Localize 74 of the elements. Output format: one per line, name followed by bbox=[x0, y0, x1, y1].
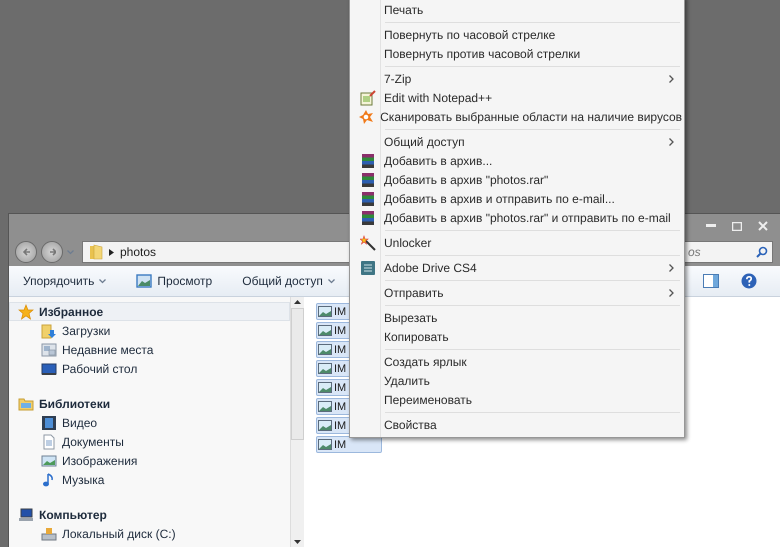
recent-places-icon bbox=[41, 342, 57, 358]
nav-item[interactable]: Библиотеки bbox=[9, 394, 290, 413]
arrow-right-icon bbox=[48, 247, 56, 257]
search-field[interactable]: os bbox=[683, 241, 773, 263]
nav-item[interactable]: Загрузки bbox=[9, 321, 290, 340]
scrollbar-thumb[interactable] bbox=[291, 308, 304, 440]
menu-item[interactable]: Edit with Notepad++ bbox=[352, 88, 682, 107]
menu-item[interactable]: Unlocker bbox=[352, 233, 682, 252]
menu-item[interactable]: Копировать bbox=[352, 327, 682, 346]
menu-item[interactable]: Повернуть по часовой стрелке bbox=[352, 25, 682, 44]
menu-item[interactable]: Добавить в архив... bbox=[352, 151, 682, 170]
film-icon bbox=[41, 414, 57, 430]
picture-icon bbox=[136, 274, 152, 288]
toolbar-button[interactable]: Просмотр bbox=[134, 272, 214, 290]
star-icon bbox=[18, 304, 34, 320]
menu-item[interactable]: Удалить bbox=[352, 371, 682, 390]
menu-item[interactable]: Повернуть против часовой стрелки bbox=[352, 44, 682, 63]
scroll-down-icon[interactable] bbox=[294, 540, 301, 544]
menu-item[interactable]: Добавить в архив и отправить по e-mail... bbox=[352, 189, 682, 208]
menu-item[interactable]: Переименовать bbox=[352, 390, 682, 409]
menu-item[interactable]: 7-Zip bbox=[352, 69, 682, 88]
menu-item[interactable]: Свойства bbox=[352, 415, 682, 434]
notepad-icon bbox=[360, 90, 376, 106]
nav-item[interactable]: Рабочий стол bbox=[9, 359, 290, 378]
menu-item[interactable]: Adobe Drive CS4 bbox=[352, 258, 682, 277]
menu-item[interactable]: Отправить bbox=[352, 283, 682, 302]
nav-item[interactable]: Изображения bbox=[9, 451, 290, 470]
maximize-icon[interactable] bbox=[732, 222, 742, 230]
nav-item[interactable]: Компьютер bbox=[9, 505, 290, 524]
menu-item[interactable]: Печать bbox=[352, 0, 682, 19]
nav-item[interactable]: Избранное bbox=[9, 302, 290, 321]
minimize-icon[interactable] bbox=[706, 224, 716, 228]
drive-icon bbox=[360, 260, 376, 276]
archive-books-icon bbox=[360, 190, 376, 206]
scrollbar[interactable] bbox=[290, 297, 304, 547]
nav-item[interactable]: Недавние места bbox=[9, 340, 290, 359]
search-icon bbox=[756, 246, 768, 258]
image-file-icon bbox=[318, 439, 332, 450]
nav-item[interactable]: Музыка bbox=[9, 470, 290, 489]
picture-icon bbox=[41, 452, 57, 468]
folder-download-icon bbox=[41, 322, 57, 338]
monitor-icon bbox=[41, 360, 57, 376]
file-item[interactable]: IM bbox=[316, 436, 382, 453]
arrow-left-icon bbox=[22, 247, 30, 257]
folder-icon bbox=[89, 244, 103, 260]
back-button[interactable] bbox=[15, 241, 37, 263]
library-folder-icon bbox=[18, 396, 34, 412]
archive-books-icon bbox=[360, 172, 376, 188]
preview-pane-icon[interactable] bbox=[703, 274, 719, 288]
toolbar-button[interactable]: Упорядочить bbox=[21, 272, 108, 290]
menu-item[interactable]: Вырезать bbox=[352, 308, 682, 327]
breadcrumb-item[interactable]: photos bbox=[120, 245, 156, 259]
archive-books-icon bbox=[360, 210, 376, 226]
nav-item[interactable]: Документы bbox=[9, 432, 290, 451]
magic-wand-icon bbox=[360, 234, 376, 250]
disk-drive-icon bbox=[41, 526, 57, 542]
help-icon[interactable] bbox=[741, 273, 757, 289]
archive-books-icon bbox=[360, 152, 376, 168]
close-icon[interactable] bbox=[758, 221, 768, 231]
menu-item[interactable]: Создать ярлык bbox=[352, 352, 682, 371]
history-caret-icon bbox=[67, 250, 74, 254]
nav-item[interactable]: Локальный диск (C:) bbox=[9, 524, 290, 543]
menu-item[interactable]: Добавить в архив "photos.rar" bbox=[352, 170, 682, 189]
breadcrumb-arrow-icon bbox=[109, 248, 114, 256]
forward-button[interactable] bbox=[41, 241, 63, 263]
nav-item[interactable]: Видео bbox=[9, 413, 290, 432]
menu-item[interactable]: Сканировать выбранные области на наличие вирусов bbox=[352, 107, 682, 126]
menu-item[interactable]: Общий доступ bbox=[352, 132, 682, 151]
antivirus-icon bbox=[358, 108, 374, 124]
computer-icon bbox=[18, 506, 34, 522]
scroll-up-icon[interactable] bbox=[294, 300, 301, 304]
toolbar-button[interactable]: Общий доступ bbox=[240, 272, 337, 290]
menu-item[interactable]: Добавить в архив "photos.rar" и отправить по e-mail bbox=[352, 208, 682, 227]
document-icon bbox=[41, 434, 57, 450]
